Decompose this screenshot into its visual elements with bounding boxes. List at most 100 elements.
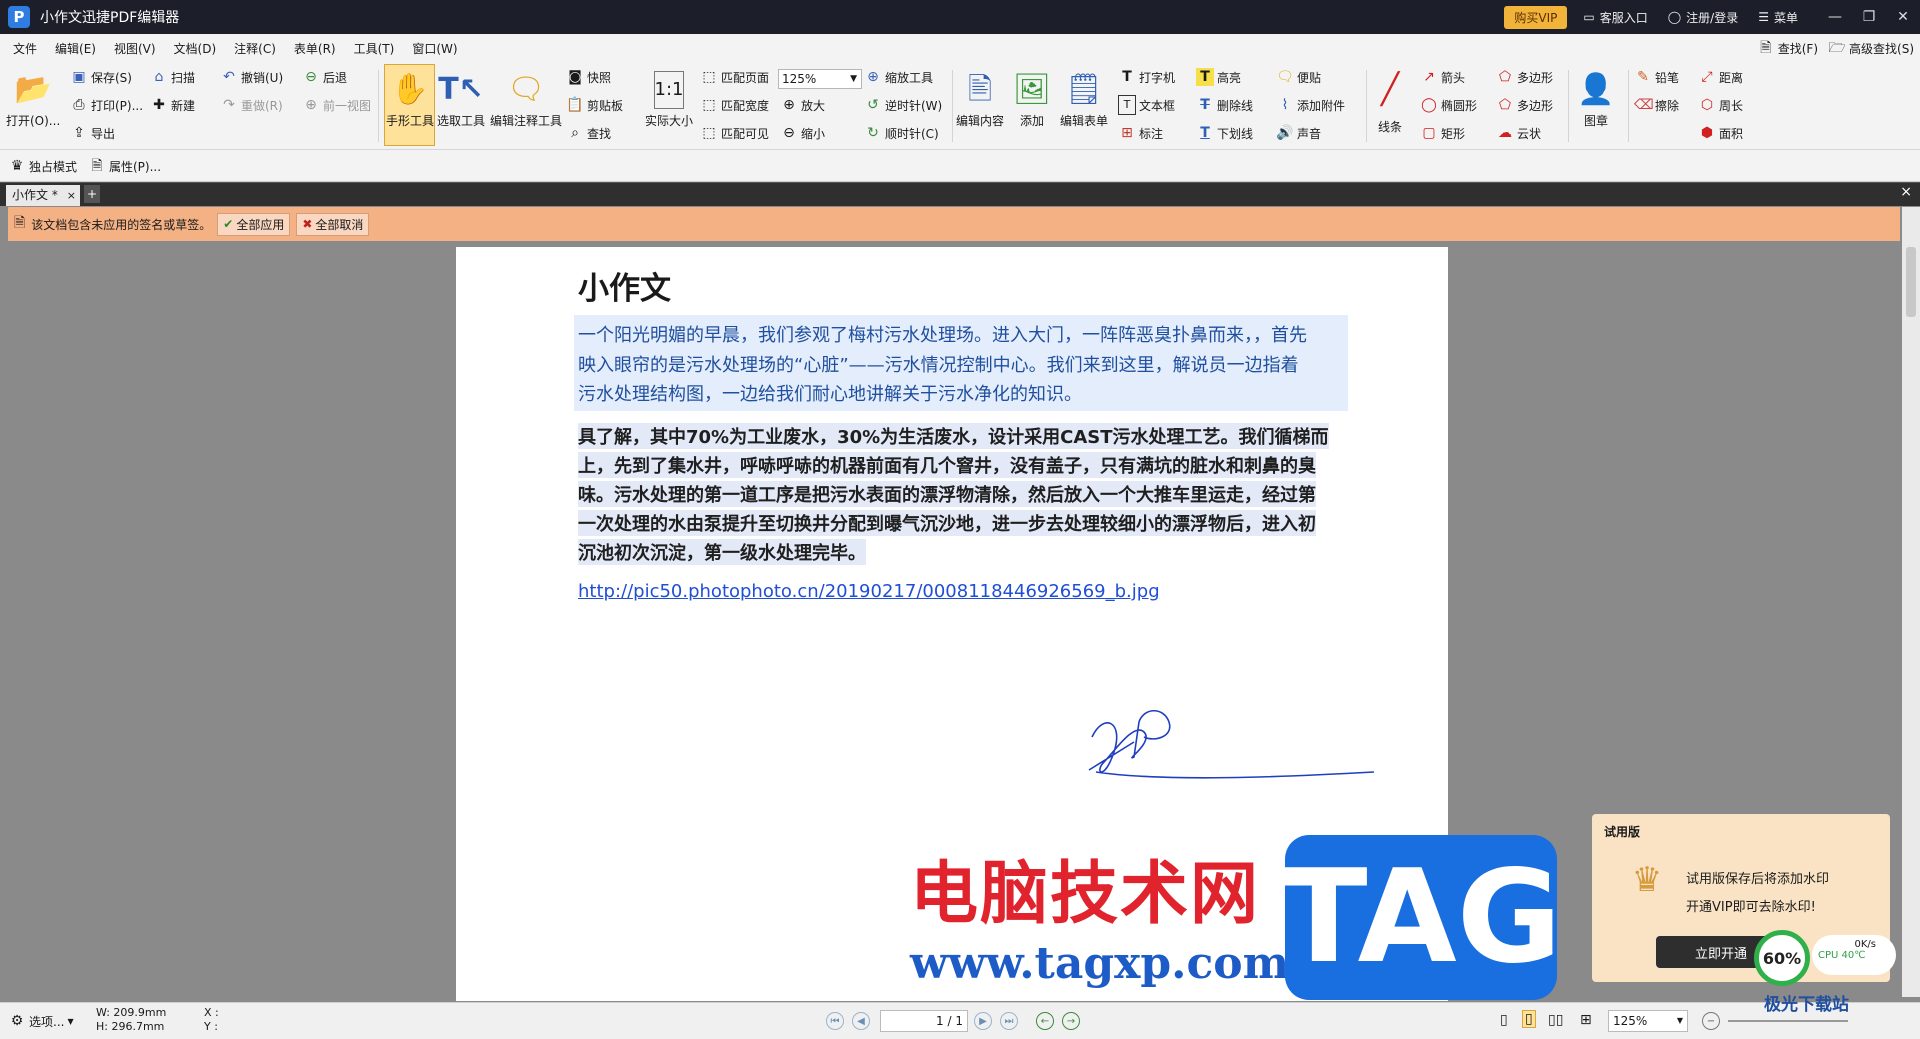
prev-view-button[interactable]: ⊕ 前一视图	[302, 94, 371, 116]
edit-content-button[interactable]: 🖹 编辑内容	[956, 68, 1004, 129]
menu-comment[interactable]: 注释(C)	[225, 40, 285, 57]
zoom-out-status-button[interactable]: −	[1702, 1012, 1720, 1030]
eraser-button[interactable]: ⌫ 擦除	[1634, 94, 1679, 116]
add-button[interactable]: 🖼 添加	[1010, 68, 1054, 129]
highlight-button[interactable]: T 高亮	[1196, 66, 1241, 88]
cpu-usage-widget[interactable]: 60%	[1754, 930, 1810, 986]
edit-form-button[interactable]: 🗒 编辑表单	[1060, 68, 1108, 129]
page-number-input[interactable]: 1 / 1	[880, 1010, 968, 1032]
first-page-button[interactable]: ⏮	[826, 1012, 844, 1030]
cancel-all-button[interactable]: ✖ 全部取消	[296, 212, 370, 236]
typewriter-button[interactable]: T 打字机	[1118, 66, 1175, 88]
rotate-cw-button[interactable]: ↻ 顺时针(C)	[864, 122, 939, 144]
hand-tool-button[interactable]: ✋ 手形工具	[385, 68, 435, 129]
minimize-button[interactable]: —	[1818, 9, 1852, 25]
menu-window[interactable]: 窗口(W)	[403, 40, 466, 57]
callout-button[interactable]: ⊞ 标注	[1118, 122, 1163, 144]
find-ribbon-button[interactable]: ⌕ 查找	[566, 122, 611, 144]
actual-size-button[interactable]: 1:1 实际大小	[645, 68, 693, 129]
clipboard-button[interactable]: 📋 剪贴板	[566, 94, 623, 116]
close-document-icon[interactable]: ×	[1900, 184, 1912, 200]
export-button[interactable]: ⇪ 导出	[70, 122, 115, 144]
prev-page-button[interactable]: ◀	[852, 1012, 870, 1030]
stamp-button[interactable]: 👤 图章	[1574, 68, 1618, 129]
sound-button[interactable]: 🔊 声音	[1276, 122, 1321, 144]
zoom-in-button[interactable]: ⊕ 放大	[780, 94, 825, 116]
back-button[interactable]: ⊖ 后退	[302, 66, 347, 88]
login-button[interactable]: ◯ 注册/登录	[1668, 9, 1738, 26]
textbox-button[interactable]: T 文本框	[1118, 94, 1175, 116]
menu-file[interactable]: 文件	[4, 40, 46, 57]
edit-annotation-button[interactable]: 🗨 编辑注释工具	[490, 68, 562, 129]
rect-button[interactable]: ▢ 矩形	[1420, 122, 1465, 144]
rotate-ccw-button[interactable]: ↺ 逆时针(W)	[864, 94, 942, 116]
polyline-button[interactable]: ⬠ 多边形	[1496, 94, 1553, 116]
menu-form[interactable]: 表单(R)	[285, 40, 345, 57]
undo-button[interactable]: ↶ 撤销(U)	[220, 66, 283, 88]
menu-tools[interactable]: 工具(T)	[345, 40, 404, 57]
menu-document[interactable]: 文档(D)	[165, 40, 226, 57]
save-icon: ▣	[72, 69, 86, 85]
arrow-button[interactable]: ↗ 箭头	[1420, 66, 1465, 88]
buy-vip-button[interactable]: 购买VIP	[1504, 5, 1568, 29]
find-button[interactable]: 🗎 查找(F)	[1757, 37, 1818, 59]
back-nav-button[interactable]: ←	[1036, 1012, 1054, 1030]
menu-view[interactable]: 视图(V)	[105, 40, 165, 57]
fit-width-button[interactable]: ⬚ 匹配宽度	[700, 94, 769, 116]
status-zoom-select[interactable]: 125% ▼	[1608, 1010, 1688, 1032]
properties-button[interactable]: 🗎 属性(P)...	[88, 155, 161, 177]
next-page-button[interactable]: ▶	[974, 1012, 992, 1030]
document-tab[interactable]: 小作文 * ×	[6, 185, 80, 206]
zoom-tool-button[interactable]: ⊕ 缩放工具	[864, 66, 933, 88]
line-button[interactable]: ╱ 线条	[1368, 68, 1412, 135]
strikeout-button[interactable]: T 删除线	[1196, 94, 1253, 116]
attach-button[interactable]: ⌇ 添加附件	[1276, 94, 1345, 116]
chat-icon: ▭	[1583, 10, 1595, 24]
new-tab-button[interactable]: +	[84, 185, 100, 203]
single-page-icon[interactable]: ▯	[1500, 1012, 1508, 1028]
scan-button[interactable]: ⌂ 扫描	[150, 66, 195, 88]
separator	[1628, 70, 1629, 142]
zoom-select[interactable]: 125% ▼	[778, 69, 862, 89]
select-tool-button[interactable]: T↖ 选取工具	[437, 68, 485, 129]
forward-nav-button[interactable]: →	[1062, 1012, 1080, 1030]
fit-visible-button[interactable]: ⬚ 匹配可见	[700, 122, 769, 144]
cloud-button[interactable]: ☁ 云状	[1496, 122, 1541, 144]
vertical-scrollbar[interactable]	[1902, 207, 1920, 997]
apply-all-button[interactable]: ✔ 全部应用	[217, 212, 291, 236]
new-button[interactable]: ✚ 新建	[150, 94, 195, 116]
polygon-button[interactable]: ⬠ 多边形	[1496, 66, 1553, 88]
zoom-out-button[interactable]: ⊖ 缩小	[780, 122, 825, 144]
maximize-button[interactable]: ❐	[1852, 9, 1886, 25]
open-button[interactable]: 📂 打开(O)...	[6, 68, 60, 129]
tab-close-icon[interactable]: ×	[67, 185, 76, 206]
perimeter-button[interactable]: ⬡ 周长	[1698, 94, 1743, 116]
zoom-slider[interactable]	[1728, 1020, 1848, 1022]
advanced-find-button[interactable]: 🗁 高级查找(S)	[1828, 37, 1914, 59]
image-link[interactable]: http://pic50.photophoto.cn/20190217/0008…	[578, 581, 1160, 602]
save-button[interactable]: ▣ 保存(S)	[70, 66, 132, 88]
options-button[interactable]: ⚙ 选项... ▼	[8, 1010, 74, 1032]
ellipse-button[interactable]: ◯ 椭圆形	[1420, 94, 1477, 116]
continuous-page-icon[interactable]: ▯	[1522, 1010, 1536, 1028]
note-button[interactable]: 🗨 便贴	[1276, 66, 1321, 88]
scrollbar-thumb[interactable]	[1906, 247, 1916, 317]
close-window-button[interactable]: ✕	[1886, 9, 1920, 25]
handwritten-signature[interactable]	[1084, 702, 1394, 802]
menu-edit[interactable]: 编辑(E)	[46, 40, 105, 57]
exclusive-mode-button[interactable]: ♛ 独占模式	[8, 155, 77, 177]
fit-page-button[interactable]: ⬚ 匹配页面	[700, 66, 769, 88]
redo-button[interactable]: ↷ 重做(R)	[220, 94, 283, 116]
network-speed: 0K/s	[1854, 939, 1877, 950]
continuous-facing-icon[interactable]: ⊞	[1580, 1012, 1592, 1028]
distance-button[interactable]: ⤢ 距离	[1698, 66, 1743, 88]
facing-pages-icon[interactable]: ▯▯	[1548, 1012, 1563, 1028]
menu-button[interactable]: ☰ 菜单	[1758, 9, 1798, 26]
area-button[interactable]: ⬢ 面积	[1698, 122, 1743, 144]
pencil-button[interactable]: ✎ 铅笔	[1634, 66, 1679, 88]
last-page-button[interactable]: ⏭	[1000, 1012, 1018, 1030]
print-button[interactable]: ⎙ 打印(P)...	[70, 94, 143, 116]
snapshot-button[interactable]: ◙ 快照	[566, 66, 611, 88]
support-button[interactable]: ▭ 客服入口	[1583, 9, 1647, 26]
underline-button[interactable]: T 下划线	[1196, 122, 1253, 144]
